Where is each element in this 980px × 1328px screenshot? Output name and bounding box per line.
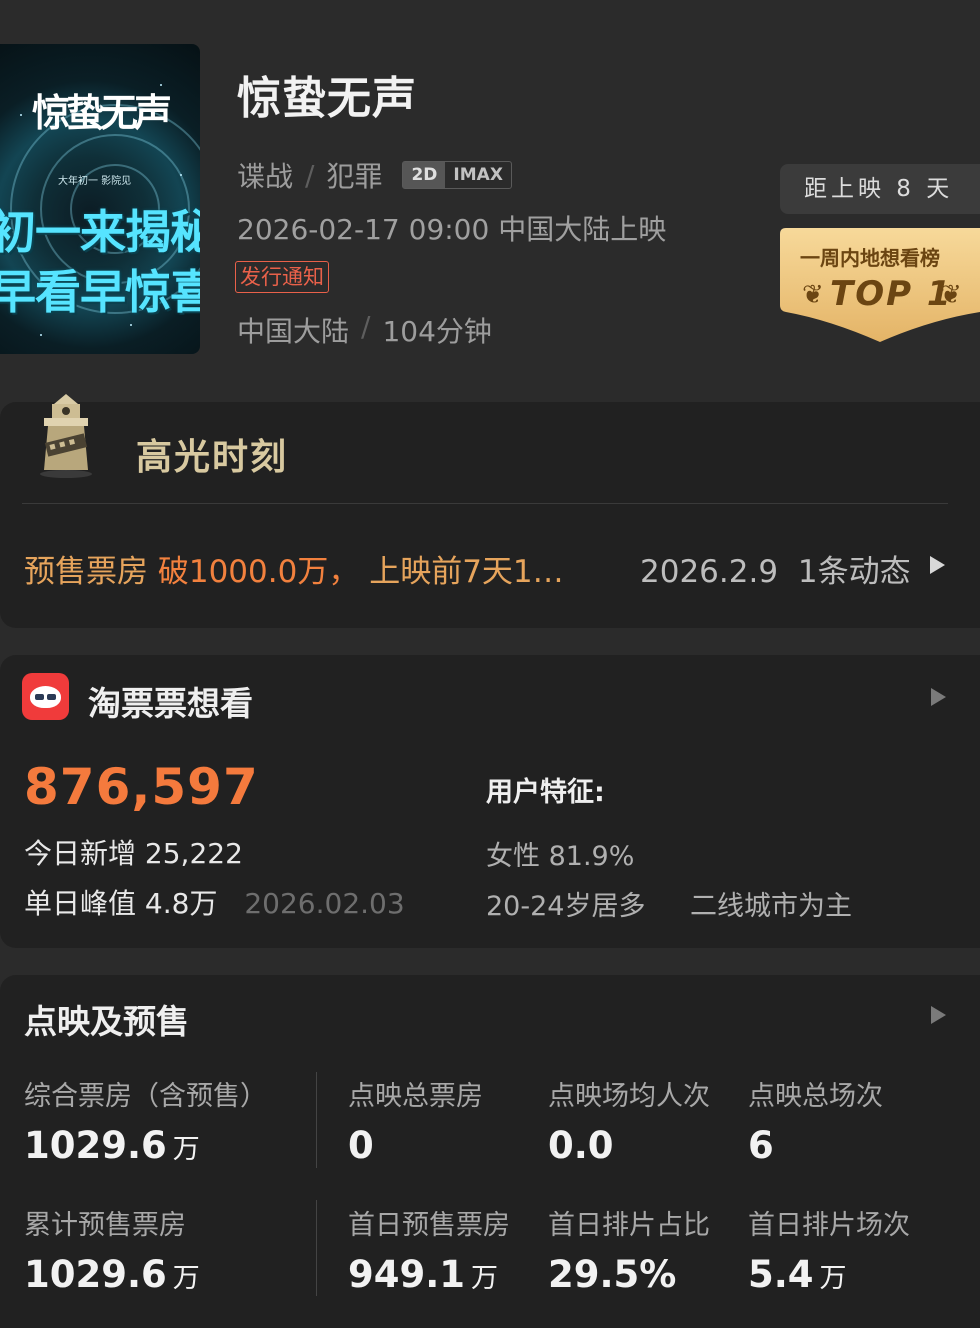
stat-value: 949.1 万 bbox=[348, 1253, 499, 1296]
highlight-value: 破1000.0万， bbox=[157, 554, 360, 590]
poster-star bbox=[130, 324, 132, 326]
stat-label: 首日预售票房 bbox=[348, 1210, 510, 1241]
laurel-left-icon: ❦ bbox=[802, 280, 824, 310]
presale-title: 点映及预售 bbox=[24, 1002, 189, 1041]
today-value: 25,222 bbox=[144, 837, 243, 870]
countdown-badge: 距上映 8 天 bbox=[780, 164, 980, 214]
stat-value: 29.5% bbox=[548, 1253, 677, 1296]
want-count: 876,597 bbox=[24, 758, 259, 816]
peak-label: 单日峰值 bbox=[24, 887, 137, 920]
feature-age: 20-24岁居多 bbox=[486, 891, 646, 922]
film-tower-icon bbox=[40, 394, 92, 478]
user-features-label: 用户特征: bbox=[486, 777, 605, 808]
format-imax: IMAX bbox=[453, 165, 503, 185]
genre-tag: 谍战 bbox=[237, 160, 294, 193]
chevron-right-icon[interactable] bbox=[931, 1006, 946, 1024]
genre-row: 谍战 / 犯罪 2D IMAX bbox=[237, 155, 512, 195]
stat-label: 首日排片占比 bbox=[548, 1210, 710, 1241]
duration: 104分钟 bbox=[382, 315, 492, 348]
meta-row: 中国大陆 / 104分钟 bbox=[237, 310, 492, 350]
highlight-prefix: 预售票房 bbox=[24, 554, 148, 590]
rank-badge-value: TOP 1 bbox=[830, 274, 953, 314]
stat-label: 点映总场次 bbox=[748, 1081, 883, 1112]
feature-city: 二线城市为主 bbox=[690, 891, 852, 922]
stat-value: 0 bbox=[348, 1124, 374, 1167]
separator: / bbox=[361, 310, 371, 343]
highlights-title: 高光时刻 bbox=[136, 437, 289, 478]
poster-subtitle: 大年初一 影院见 bbox=[58, 176, 132, 187]
release-notice-tag[interactable]: 发行通知 bbox=[235, 261, 329, 293]
region: 中国大陆 bbox=[237, 315, 350, 348]
format-badge: 2D IMAX bbox=[402, 161, 512, 189]
genre-tag: 犯罪 bbox=[326, 160, 383, 193]
peak-date: 2026.02.03 bbox=[244, 887, 405, 920]
peak-value: 4.8万 bbox=[144, 887, 218, 920]
rank-badge-title: 一周内地想看榜 bbox=[800, 246, 940, 270]
today-label: 今日新增 bbox=[24, 837, 137, 870]
stat-label: 综合票房（含预售） bbox=[24, 1081, 267, 1112]
poster-star bbox=[40, 334, 42, 336]
stat-label: 首日排片场次 bbox=[748, 1210, 910, 1241]
highlight-meta[interactable]: 2026.2.9 1条动态 bbox=[640, 546, 911, 591]
rank-badge[interactable]: 一周内地想看榜 ❦ TOP 1 ❦ bbox=[780, 228, 980, 342]
stat-value: 1029.6 万 bbox=[24, 1253, 200, 1296]
highlight-summary[interactable]: 预售票房 破1000.0万， 上映前7天1… bbox=[24, 546, 564, 591]
stat-label: 点映场均人次 bbox=[548, 1081, 710, 1112]
release-date: 2026-02-17 09:00 中国大陆上映 bbox=[237, 213, 667, 246]
divider bbox=[22, 503, 948, 504]
today-increase: 今日新增 25,222 bbox=[24, 832, 243, 872]
separator: / bbox=[305, 158, 315, 192]
highlight-rest: 上映前7天1… bbox=[369, 554, 564, 590]
play-arrow-icon[interactable] bbox=[930, 556, 945, 574]
highlight-date: 2026.2.9 bbox=[640, 554, 779, 590]
taopiao-logo-icon bbox=[22, 673, 69, 720]
daily-peak: 单日峰值 4.8万 2026.02.03 bbox=[24, 882, 405, 922]
poster-title: 惊蛰无声 bbox=[32, 90, 172, 135]
poster-tagline-2: 早看早惊喜 bbox=[0, 265, 200, 319]
format-2d: 2D bbox=[403, 162, 446, 188]
divider bbox=[316, 1072, 317, 1168]
highlight-count: 1条动态 bbox=[797, 554, 911, 590]
stat-label: 累计预售票房 bbox=[24, 1210, 186, 1241]
stat-value: 6 bbox=[748, 1124, 774, 1167]
feature-gender: 女性 81.9% bbox=[486, 841, 635, 872]
stat-value: 5.4 万 bbox=[748, 1253, 847, 1296]
laurel-right-icon: ❦ bbox=[940, 280, 962, 310]
stat-label: 点映总票房 bbox=[348, 1081, 483, 1112]
stat-value: 1029.6 万 bbox=[24, 1124, 200, 1167]
stat-value: 0.0 bbox=[548, 1124, 614, 1167]
poster-tagline-1: 初一来揭秘 bbox=[0, 205, 200, 259]
divider bbox=[316, 1200, 317, 1296]
movie-poster[interactable]: 惊蛰无声 大年初一 影院见 初一来揭秘 早看早惊喜 bbox=[0, 44, 200, 354]
taopiao-title: 淘票票想看 bbox=[88, 684, 253, 723]
chevron-right-icon[interactable] bbox=[931, 688, 946, 706]
movie-title: 惊蛰无声 bbox=[237, 73, 417, 124]
poster-star bbox=[20, 114, 22, 116]
poster-star bbox=[180, 174, 182, 176]
